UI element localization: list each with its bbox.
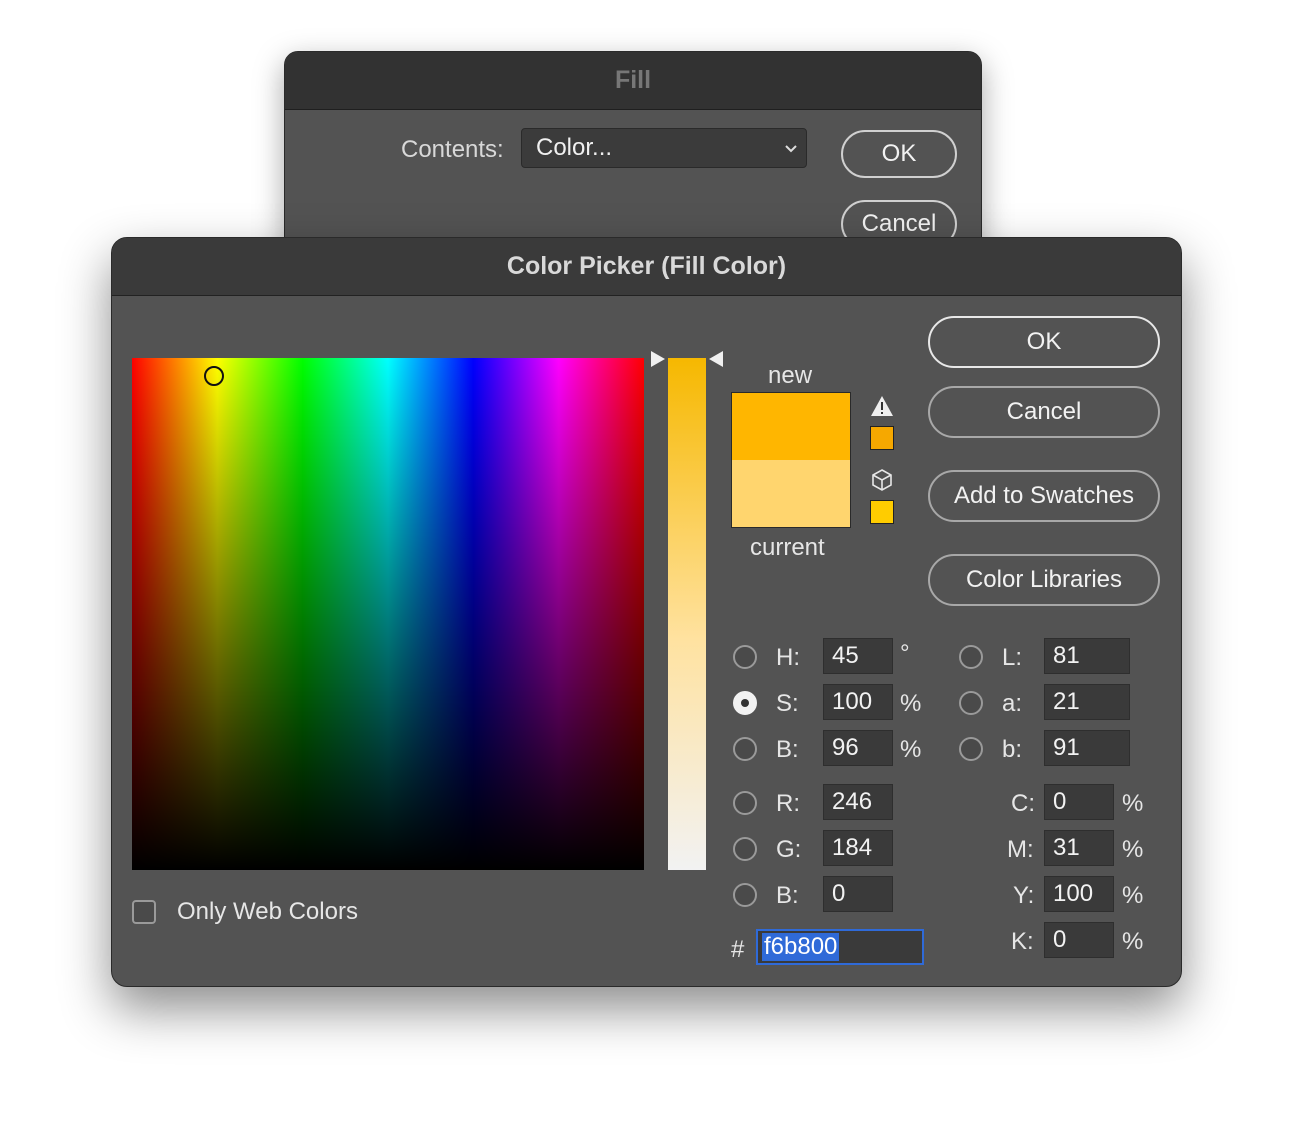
b-input[interactable]: 96 [823,730,893,766]
a-label: a: [1002,690,1023,717]
b-unit: % [900,736,922,763]
fill-dialog-title: Fill [285,52,981,110]
l-label: L: [1002,644,1023,671]
h-unit: ° [900,640,910,667]
chevron-down-icon [784,136,798,166]
y-unit: % [1122,882,1144,909]
y-input[interactable]: 100 [1044,876,1114,912]
radio-g[interactable] [733,837,757,861]
cube-icon[interactable] [870,468,894,492]
blue-label: B: [776,882,799,909]
radio-h[interactable] [733,645,757,669]
color-field[interactable] [132,358,644,870]
new-color-swatch [732,393,850,460]
radio-b[interactable] [733,737,757,761]
radio-l[interactable] [959,645,983,669]
color-picker-title: Color Picker (Fill Color) [112,238,1181,296]
contents-select-value: Color... [536,134,613,161]
c-unit: % [1122,790,1144,817]
r-input[interactable]: 246 [823,784,893,820]
r-label: R: [776,790,800,817]
m-unit: % [1122,836,1144,863]
m-label: M: [1007,836,1034,863]
contents-select[interactable]: Color... [521,128,807,168]
new-label: new [768,362,813,389]
l-input[interactable]: 81 [1044,638,1130,674]
color-field-marker[interactable] [204,366,224,386]
lab-b-input[interactable]: 91 [1044,730,1130,766]
gamut-warning-swatch[interactable] [870,426,894,450]
c-label: C: [1011,790,1035,817]
radio-a[interactable] [959,691,983,715]
hex-symbol: # [731,936,745,963]
add-to-swatches-button[interactable]: Add to Swatches [928,470,1160,522]
radio-s[interactable] [733,691,757,715]
only-web-colors-checkbox[interactable] [132,900,156,924]
hex-value: f6b800 [762,933,840,961]
h-label: H: [776,644,800,671]
h-input[interactable]: 45 [823,638,893,674]
radio-lab-b[interactable] [959,737,983,761]
radio-r[interactable] [733,791,757,815]
new-current-swatch [731,392,851,528]
contents-label: Contents: [401,136,504,163]
radio-blue[interactable] [733,883,757,907]
ok-button[interactable]: OK [928,316,1160,368]
hex-input[interactable]: f6b800 [756,929,924,965]
k-unit: % [1122,928,1144,955]
current-label: current [750,534,825,561]
s-unit: % [900,690,922,717]
y-label: Y: [1013,882,1035,909]
b-label: B: [776,736,799,763]
a-input[interactable]: 21 [1044,684,1130,720]
fill-ok-button[interactable]: OK [841,130,957,178]
color-slider[interactable] [668,358,706,870]
lab-b-label: b: [1002,736,1023,763]
k-input[interactable]: 0 [1044,922,1114,958]
slider-handle-right[interactable] [709,351,723,367]
slider-handle-left[interactable] [651,351,665,367]
c-input[interactable]: 0 [1044,784,1114,820]
s-input[interactable]: 100 [823,684,893,720]
g-input[interactable]: 184 [823,830,893,866]
s-label: S: [776,690,799,717]
m-input[interactable]: 31 [1044,830,1114,866]
blue-input[interactable]: 0 [823,876,893,912]
color-picker-dialog: Color Picker (Fill Color) new current OK… [111,237,1182,987]
current-color-swatch[interactable] [732,460,850,527]
k-label: K: [1011,928,1034,955]
web-safe-swatch[interactable] [870,500,894,524]
only-web-colors-label: Only Web Colors [177,898,358,925]
g-label: G: [776,836,802,863]
color-libraries-button[interactable]: Color Libraries [928,554,1160,606]
cancel-button[interactable]: Cancel [928,386,1160,438]
warning-icon[interactable] [870,394,894,418]
